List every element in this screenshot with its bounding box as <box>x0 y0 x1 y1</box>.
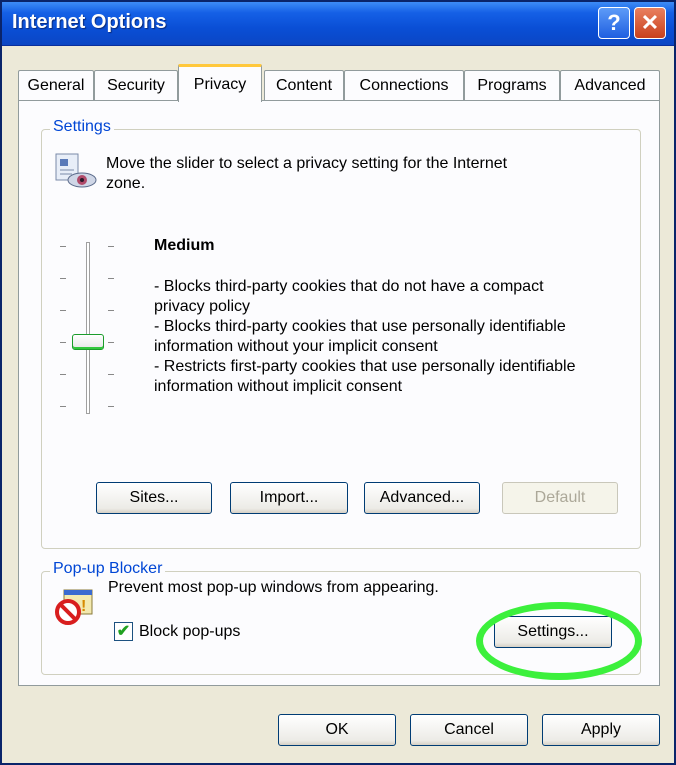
settings-intro-line-1: Move the slider to select a privacy sett… <box>106 155 508 172</box>
help-button[interactable]: ? <box>598 7 630 39</box>
tab-programs[interactable]: Programs <box>464 70 560 100</box>
privacy-description-line: - Restricts first-party cookies that use… <box>154 358 576 375</box>
advanced-button[interactable]: Advanced... <box>364 482 480 514</box>
svg-text:!: ! <box>81 598 86 615</box>
popup-blocker-icon: ! <box>55 589 93 625</box>
slider-track <box>86 242 90 414</box>
default-button[interactable]: Default <box>502 482 618 514</box>
block-popups-checkbox[interactable]: ✔ <box>114 622 133 641</box>
cancel-button[interactable]: Cancel <box>410 714 528 746</box>
settings-group: Settings Move the slider to select a pri… <box>41 118 641 549</box>
privacy-level-title: Medium <box>154 237 215 254</box>
tab-privacy[interactable]: Privacy <box>178 64 262 102</box>
tab-content[interactable]: Content <box>264 70 344 100</box>
tab-security[interactable]: Security <box>94 70 178 100</box>
internet-options-window: Internet Options ? ✕ General Security Pr… <box>0 0 676 765</box>
popup-description: Prevent most pop-up windows from appeari… <box>108 579 439 596</box>
tab-general[interactable]: General <box>18 70 94 100</box>
apply-button[interactable]: Apply <box>542 714 660 746</box>
settings-intro-line-2: zone. <box>106 175 146 192</box>
privacy-slider[interactable] <box>56 242 120 414</box>
window-title: Internet Options <box>12 11 167 33</box>
sites-button[interactable]: Sites... <box>96 482 212 514</box>
highlight-ring <box>476 602 642 680</box>
privacy-description-line: information without implicit consent <box>154 378 403 395</box>
privacy-zone-icon <box>55 153 97 188</box>
privacy-description-line: - Blocks third-party cookies that do not… <box>154 278 544 295</box>
privacy-description-line: privacy policy <box>154 298 251 315</box>
popup-blocker-legend: Pop-up Blocker <box>50 560 166 578</box>
import-button[interactable]: Import... <box>230 482 348 514</box>
privacy-panel: Settings Move the slider to select a pri… <box>18 100 660 686</box>
tab-advanced[interactable]: Advanced <box>560 70 660 100</box>
block-popups-label[interactable]: Block pop-ups <box>139 622 240 642</box>
close-button[interactable]: ✕ <box>634 7 666 39</box>
settings-legend: Settings <box>50 118 114 136</box>
tab-connections[interactable]: Connections <box>344 70 464 100</box>
help-icon: ? <box>607 10 621 35</box>
privacy-description-line: - Blocks third-party cookies that use pe… <box>154 318 566 335</box>
ok-button[interactable]: OK <box>278 714 396 746</box>
slider-thumb[interactable] <box>72 334 104 350</box>
privacy-description-line: information without your implicit consen… <box>154 338 438 355</box>
title-bar[interactable]: Internet Options ? ✕ <box>2 2 674 46</box>
close-icon: ✕ <box>640 10 660 35</box>
checkmark-icon: ✔ <box>116 622 131 640</box>
